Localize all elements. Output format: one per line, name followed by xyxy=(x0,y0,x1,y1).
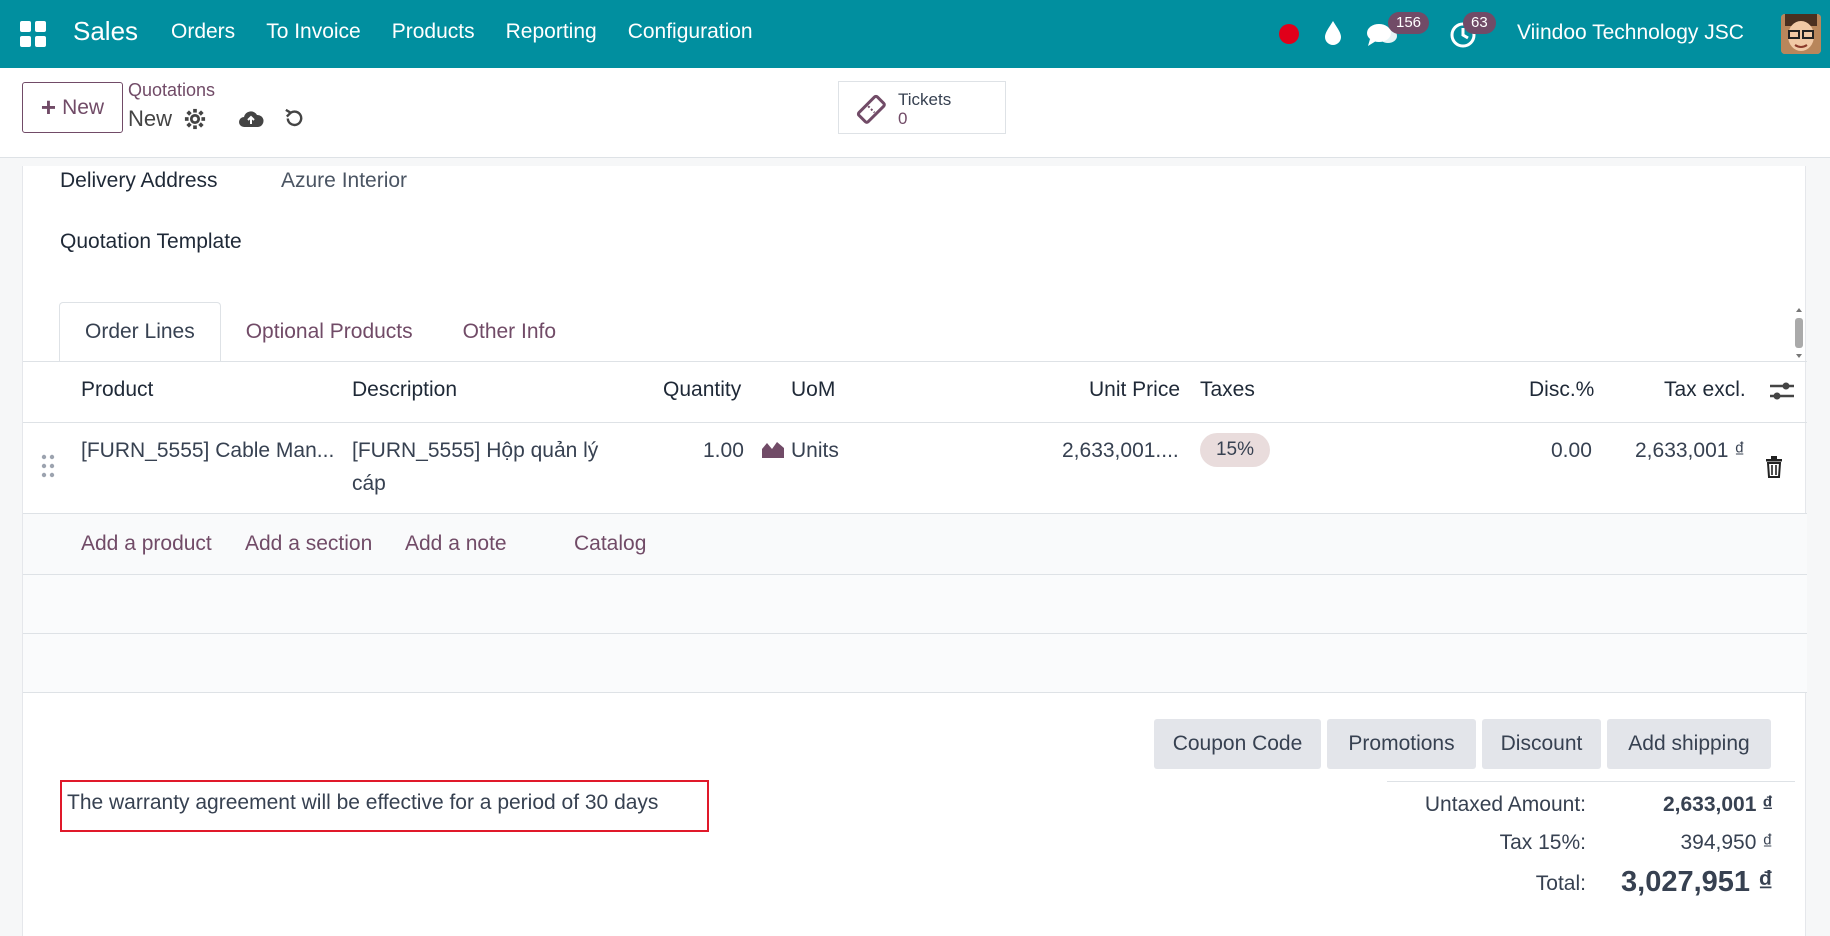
app-brand[interactable]: Sales xyxy=(73,16,138,47)
menu-item-products[interactable]: Products xyxy=(392,20,475,44)
tab-divider xyxy=(23,361,1807,362)
row-divider xyxy=(23,692,1807,693)
forecast-chart-icon[interactable] xyxy=(761,439,785,459)
optional-columns-icon[interactable] xyxy=(1769,380,1795,402)
menu-item-configuration[interactable]: Configuration xyxy=(628,20,753,44)
terms-note[interactable]: The warranty agreement will be effective… xyxy=(60,780,709,832)
add-product-link[interactable]: Add a product xyxy=(81,532,212,556)
cell-discount[interactable]: 0.00 xyxy=(1551,439,1592,463)
promotions-button[interactable]: Promotions xyxy=(1327,719,1476,769)
ticket-icon xyxy=(856,94,886,124)
empty-row xyxy=(23,575,1807,633)
totals-divider xyxy=(1387,781,1795,782)
total-label: Total: xyxy=(1535,872,1586,895)
save-cloud-icon[interactable] xyxy=(238,108,264,130)
drag-handle-icon[interactable] xyxy=(41,454,55,478)
new-button[interactable]: + New xyxy=(22,82,123,133)
cell-product[interactable]: [FURN_5555] Cable Man... xyxy=(81,439,334,463)
quotation-template-label: Quotation Template xyxy=(60,230,242,253)
record-indicator-icon[interactable] xyxy=(1279,24,1299,44)
form-sheet: Delivery Address Azure Interior Quotatio… xyxy=(22,166,1807,936)
coupon-code-button[interactable]: Coupon Code xyxy=(1154,719,1321,769)
column-header-taxes[interactable]: Taxes xyxy=(1200,378,1255,402)
add-note-link[interactable]: Add a note xyxy=(405,532,507,556)
gear-icon[interactable] xyxy=(184,108,206,130)
delivery-address-label: Delivery Address xyxy=(60,169,218,192)
tickets-smart-button[interactable]: Tickets 0 xyxy=(838,81,1006,134)
column-header-quantity[interactable]: Quantity xyxy=(663,378,741,402)
tab-order-lines[interactable]: Order Lines xyxy=(59,302,221,362)
breadcrumb-quotations[interactable]: Quotations xyxy=(128,80,215,101)
control-panel: + New Quotations New Tickets 0 xyxy=(0,68,1830,158)
tax-label: Tax 15%: xyxy=(1499,831,1586,854)
tickets-count: 0 xyxy=(898,109,908,128)
untaxed-amount-value: 2,633,001 ₫ xyxy=(1662,793,1773,816)
new-button-label: New xyxy=(62,95,105,119)
catalog-link[interactable]: Catalog xyxy=(574,532,646,556)
top-navbar: Sales Orders To Invoice Products Reporti… xyxy=(0,0,1830,68)
table-header-divider xyxy=(23,422,1807,423)
plus-icon: + xyxy=(40,92,57,122)
trash-icon[interactable] xyxy=(1765,456,1783,478)
menu-item-to-invoice[interactable]: To Invoice xyxy=(266,20,361,44)
column-header-uom[interactable]: UoM xyxy=(791,378,835,402)
company-switcher[interactable]: Viindoo Technology JSC xyxy=(1517,21,1744,45)
cell-quantity[interactable]: 1.00 xyxy=(703,439,744,463)
tab-scrollbar[interactable] xyxy=(1793,306,1805,360)
notebook-tabs: Order Lines Optional Products Other Info xyxy=(59,302,581,362)
cell-uom[interactable]: Units xyxy=(791,439,839,463)
drop-icon[interactable] xyxy=(1322,20,1344,46)
messages-count-badge: 156 xyxy=(1388,12,1430,34)
column-header-unit-price[interactable]: Unit Price xyxy=(1089,378,1180,402)
column-header-description[interactable]: Description xyxy=(352,378,457,402)
cell-description-line2[interactable]: cáp xyxy=(352,472,386,496)
add-shipping-button[interactable]: Add shipping xyxy=(1607,719,1771,769)
user-avatar[interactable] xyxy=(1781,14,1821,54)
cell-unit-price[interactable]: 2,633,001.... xyxy=(1062,439,1179,463)
tickets-label: Tickets xyxy=(898,90,952,109)
add-section-link[interactable]: Add a section xyxy=(245,532,372,556)
tab-optional-products[interactable]: Optional Products xyxy=(221,302,438,362)
tax-badge[interactable]: 15% xyxy=(1200,433,1270,467)
cell-subtotal: 2,633,001 ₫ xyxy=(1635,439,1746,462)
menu-item-reporting[interactable]: Reporting xyxy=(506,20,597,44)
record-name: New xyxy=(128,106,173,131)
column-header-discount[interactable]: Disc.% xyxy=(1529,378,1594,402)
main-menu: Orders To Invoice Products Reporting Con… xyxy=(171,20,784,44)
column-header-tax-excl[interactable]: Tax excl. xyxy=(1664,378,1746,402)
untaxed-amount-label: Untaxed Amount: xyxy=(1424,793,1586,816)
column-header-product[interactable]: Product xyxy=(81,378,153,402)
empty-row xyxy=(23,634,1807,692)
activities-count-badge: 63 xyxy=(1463,12,1496,34)
tab-other-info[interactable]: Other Info xyxy=(438,302,581,362)
cell-description[interactable]: [FURN_5555] Hộp quản lý xyxy=(352,439,598,463)
total-value: 3,027,951 ₫ xyxy=(1621,866,1773,898)
delivery-address-field[interactable]: Azure Interior xyxy=(281,169,407,193)
discount-button[interactable]: Discount xyxy=(1482,719,1601,769)
apps-menu-icon[interactable] xyxy=(20,21,46,47)
tax-value: 394,950 ₫ xyxy=(1680,831,1773,854)
menu-item-orders[interactable]: Orders xyxy=(171,20,235,44)
discard-changes-icon[interactable] xyxy=(283,107,306,130)
